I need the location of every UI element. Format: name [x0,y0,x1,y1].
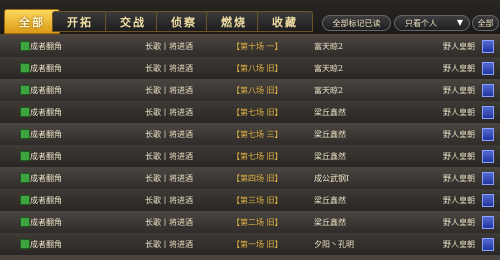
attacker-name: 成者翻角 [30,64,62,73]
attacker-name: 成者翻角 [30,152,62,161]
location-link[interactable]: 【第一场 旧】 [232,239,283,250]
flag-icon [20,41,30,51]
list-item[interactable]: 成者翻角 长歌丨将进酒 【第四场 旧】 成公武钢I 野人皇朝 [0,167,500,190]
list-item[interactable]: 成者翻角 长歌丨将进酒 【第七场 旧】 梁丘鑫然 野人皇朝 [0,145,500,168]
chevron-down-icon: ▼ [456,18,463,27]
location-link[interactable]: 【第八场 旧】 [232,63,283,74]
attacker-origin: 长歌丨将进酒 [145,86,193,95]
top-tab-bar: 全部 开拓 交战 侦察 燃烧 收藏 全部标记已读 只看个人 ▼ 全部 [0,0,500,35]
all-filter-button[interactable]: 全部 [472,15,499,31]
flag-icon [20,239,30,249]
all-filter-label: 全部 [477,18,494,28]
attacker-origin: 长歌丨将进酒 [145,152,193,161]
flag-icon [20,129,30,139]
location-link[interactable]: 【第七场 旧】 [232,151,283,162]
alliance-name: 野人皇朝 [443,130,475,139]
attacker-origin: 长歌丨将进酒 [145,174,193,183]
target-name: 富天晾2 [314,64,344,73]
attacker-name: 成者翻角 [30,108,62,117]
alliance-name: 野人皇朝 [443,240,475,249]
target-name: 梁丘鑫然 [314,130,346,139]
share-icon[interactable] [482,216,494,229]
share-icon[interactable] [482,194,494,207]
list-item[interactable]: 成者翻角 长歌丨将进酒 【第十场 一】 富天晾2 野人皇朝 [0,35,500,58]
attacker-origin: 长歌丨将进酒 [145,240,193,249]
attacker-name: 成者翻角 [30,174,62,183]
mark-all-read-button[interactable]: 全部标记已读 [322,15,391,31]
target-name: 梁丘鑫然 [314,152,346,161]
attacker-origin: 长歌丨将进酒 [145,218,193,227]
attacker-origin: 长歌丨将进酒 [145,42,193,51]
alliance-name: 野人皇朝 [443,152,475,161]
location-link[interactable]: 【第三场 旧】 [232,195,283,206]
target-name: 富天晾2 [314,86,344,95]
location-link[interactable]: 【第八场 旧】 [232,85,283,96]
list-item[interactable]: 成者翻角 长歌丨将进酒 【第三场 旧】 梁丘鑫然 野人皇朝 [0,189,500,212]
attacker-name: 成者翻角 [30,130,62,139]
target-name: 富天晾2 [314,42,344,51]
filter-dropdown[interactable]: 只看个人 ▼ [394,15,470,31]
attacker-origin: 长歌丨将进酒 [145,64,193,73]
flag-icon [20,151,30,161]
attacker-name: 成者翻角 [30,240,62,249]
attacker-origin: 长歌丨将进酒 [145,108,193,117]
flag-icon [20,63,30,73]
alliance-name: 野人皇朝 [443,86,475,95]
location-link[interactable]: 【第十场 一】 [232,41,283,52]
alliance-name: 野人皇朝 [443,174,475,183]
alliance-name: 野人皇朝 [443,196,475,205]
list-item[interactable]: 成者翻角 长歌丨将进酒 【第二场 旧】 梁丘鑫然 野人皇朝 [0,211,500,234]
flag-icon [20,107,30,117]
share-icon[interactable] [482,172,494,185]
filter-label: 只看个人 [405,18,437,28]
flag-icon [20,217,30,227]
list-bottom-edge [0,255,500,260]
attacker-name: 成者翻角 [30,86,62,95]
alliance-name: 野人皇朝 [443,218,475,227]
target-name: 夕阳丶孔明 [314,240,354,249]
target-name: 梁丘鑫然 [314,108,346,117]
attacker-name: 成者翻角 [30,42,62,51]
flag-icon [20,85,30,95]
flag-icon [20,195,30,205]
location-link[interactable]: 【第七场 旧】 [232,107,283,118]
flag-icon [20,173,30,183]
share-icon[interactable] [482,84,494,97]
list-item[interactable]: 成者翻角 长歌丨将进酒 【第七场 旧】 梁丘鑫然 野人皇朝 [0,101,500,124]
share-icon[interactable] [482,238,494,251]
list-item[interactable]: 成者翻角 长歌丨将进酒 【第七场 三】 梁丘鑫然 野人皇朝 [0,123,500,146]
alliance-name: 野人皇朝 [443,42,475,51]
tab-favorites[interactable]: 收藏 [257,11,313,32]
alliance-name: 野人皇朝 [443,108,475,117]
target-name: 梁丘鑫然 [314,218,346,227]
tab-battle[interactable]: 交战 [105,11,161,32]
share-icon[interactable] [482,150,494,163]
attacker-origin: 长歌丨将进酒 [145,196,193,205]
target-name: 成公武钢I [314,174,350,183]
attacker-origin: 长歌丨将进酒 [145,130,193,139]
share-icon[interactable] [482,106,494,119]
tab-burn[interactable]: 燃烧 [206,11,262,32]
location-link[interactable]: 【第七场 三】 [232,129,283,140]
list-item[interactable]: 成者翻角 长歌丨将进酒 【第一场 旧】 夕阳丶孔明 野人皇朝 [0,233,500,256]
alliance-name: 野人皇朝 [443,64,475,73]
share-icon[interactable] [482,62,494,75]
share-icon[interactable] [482,128,494,141]
list-item[interactable]: 成者翻角 长歌丨将进酒 【第八场 旧】 富天晾2 野人皇朝 [0,79,500,102]
attacker-name: 成者翻角 [30,218,62,227]
list-item[interactable]: 成者翻角 长歌丨将进酒 【第八场 旧】 富天晾2 野人皇朝 [0,57,500,80]
attacker-name: 成者翻角 [30,196,62,205]
target-name: 梁丘鑫然 [314,196,346,205]
location-link[interactable]: 【第四场 旧】 [232,173,283,184]
location-link[interactable]: 【第二场 旧】 [232,217,283,228]
tab-scout[interactable]: 侦察 [156,11,212,32]
share-icon[interactable] [482,40,494,53]
mark-all-read-label: 全部标记已读 [332,18,381,28]
tab-pioneer[interactable]: 开拓 [52,11,108,32]
